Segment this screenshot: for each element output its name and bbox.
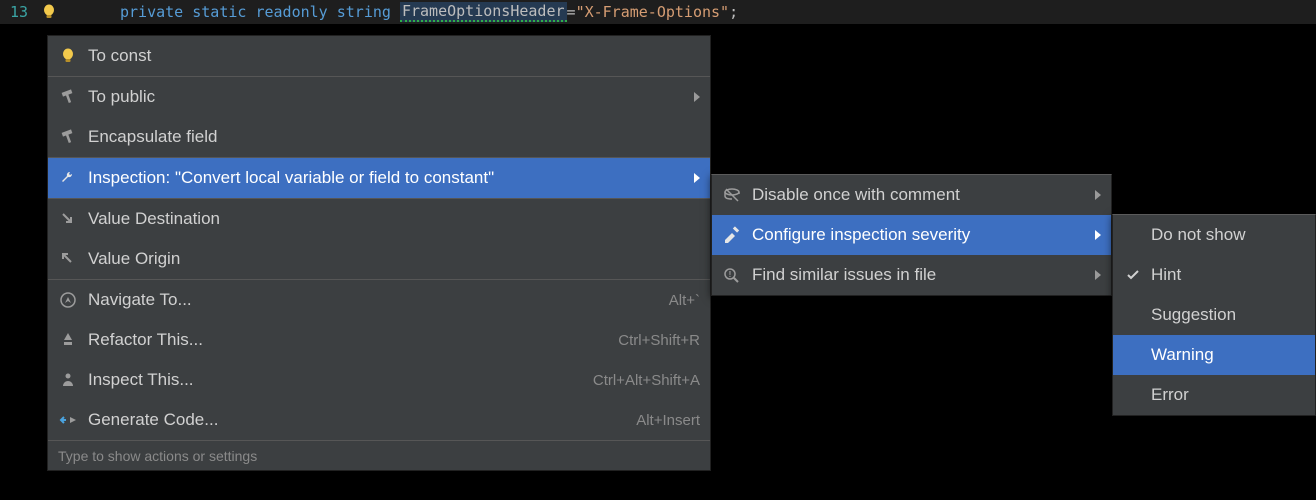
generate-icon <box>56 408 80 432</box>
menu-item-encapsulate[interactable]: Encapsulate field <box>48 117 710 157</box>
menu-item-inspection[interactable]: Inspection: "Convert local variable or f… <box>48 158 710 198</box>
severity-error[interactable]: Error <box>1113 375 1315 415</box>
semicolon: ; <box>729 3 738 21</box>
menu-item-to-public[interactable]: To public <box>48 77 710 117</box>
arrow-down-right-icon <box>56 207 80 231</box>
menu-item-configure-severity[interactable]: Configure inspection severity <box>712 215 1111 255</box>
identifier[interactable]: FrameOptionsHeader <box>400 2 567 22</box>
compass-icon <box>56 288 80 312</box>
menu-label: Disable once with comment <box>752 185 1087 205</box>
menu-label: Find similar issues in file <box>752 265 1087 285</box>
menu-label: Warning <box>1151 345 1305 365</box>
menu-item-to-const[interactable]: To const <box>48 36 710 76</box>
keyword-private: private <box>120 3 183 21</box>
arrow-up-left-icon <box>56 247 80 271</box>
keyword-static: static <box>192 3 246 21</box>
disable-icon <box>720 183 744 207</box>
line-number: 13 <box>0 0 36 24</box>
menu-label: Configure inspection severity <box>752 225 1087 245</box>
shortcut-text: Alt+` <box>669 292 700 309</box>
menu-label: Navigate To... <box>88 290 659 310</box>
hammer-icon <box>56 125 80 149</box>
operator-equals: = <box>567 3 576 21</box>
menu-label: Hint <box>1151 265 1305 285</box>
refactor-icon <box>56 328 80 352</box>
severity-do-not-show[interactable]: Do not show <box>1113 215 1315 255</box>
type-string: string <box>337 3 391 21</box>
menu-label: To const <box>88 46 700 66</box>
severity-hint[interactable]: Hint <box>1113 255 1315 295</box>
menu-label: Value Destination <box>88 209 700 229</box>
context-submenu-severity[interactable]: Do not show Hint Suggestion Warning Erro… <box>1112 214 1316 416</box>
menu-label: To public <box>88 87 686 107</box>
severity-warning[interactable]: Warning <box>1113 335 1315 375</box>
menu-footer: Type to show actions or settings <box>48 440 710 470</box>
context-menu-main[interactable]: To const To public Encapsulate field Ins… <box>47 35 711 471</box>
menu-item-value-origin[interactable]: Value Origin <box>48 239 710 279</box>
shortcut-text: Alt+Insert <box>636 412 700 429</box>
submenu-arrow-icon <box>1095 190 1101 200</box>
checkmark-icon <box>1121 268 1145 282</box>
pen-ruler-icon <box>720 223 744 247</box>
menu-label: Generate Code... <box>88 410 626 430</box>
submenu-arrow-icon <box>694 92 700 102</box>
menu-item-navigate-to[interactable]: Navigate To... Alt+` <box>48 280 710 320</box>
svg-text:!: ! <box>729 270 732 279</box>
code-line[interactable]: 13 private static readonly string FrameO… <box>0 0 1316 24</box>
menu-item-disable-once[interactable]: Disable once with comment <box>712 175 1111 215</box>
context-submenu-inspection[interactable]: Disable once with comment Configure insp… <box>711 174 1112 296</box>
submenu-arrow-icon <box>1095 270 1101 280</box>
menu-item-refactor-this[interactable]: Refactor This... Ctrl+Shift+R <box>48 320 710 360</box>
code-text[interactable]: private static readonly string FrameOpti… <box>62 2 738 22</box>
bulb-icon <box>56 44 80 68</box>
submenu-arrow-icon <box>694 173 700 183</box>
submenu-arrow-icon <box>1095 230 1101 240</box>
hammer-icon <box>56 85 80 109</box>
menu-label: Inspect This... <box>88 370 583 390</box>
menu-item-find-similar[interactable]: ! Find similar issues in file <box>712 255 1111 295</box>
menu-label: Encapsulate field <box>88 127 700 147</box>
shortcut-text: Ctrl+Shift+R <box>618 332 700 349</box>
menu-label: Do not show <box>1151 225 1305 245</box>
menu-item-inspect-this[interactable]: Inspect This... Ctrl+Alt+Shift+A <box>48 360 710 400</box>
wrench-icon <box>56 166 80 190</box>
severity-suggestion[interactable]: Suggestion <box>1113 295 1315 335</box>
menu-label: Value Origin <box>88 249 700 269</box>
lightbulb-icon[interactable] <box>36 3 62 21</box>
menu-label: Error <box>1151 385 1305 405</box>
menu-label: Refactor This... <box>88 330 608 350</box>
string-literal: "X-Frame-Options" <box>576 3 730 21</box>
menu-item-generate-code[interactable]: Generate Code... Alt+Insert <box>48 400 710 440</box>
menu-item-value-destination[interactable]: Value Destination <box>48 199 710 239</box>
inspector-icon <box>56 368 80 392</box>
keyword-readonly: readonly <box>255 3 327 21</box>
menu-label: Inspection: "Convert local variable or f… <box>88 168 686 188</box>
menu-label: Suggestion <box>1151 305 1305 325</box>
shortcut-text: Ctrl+Alt+Shift+A <box>593 372 700 389</box>
search-error-icon: ! <box>720 263 744 287</box>
